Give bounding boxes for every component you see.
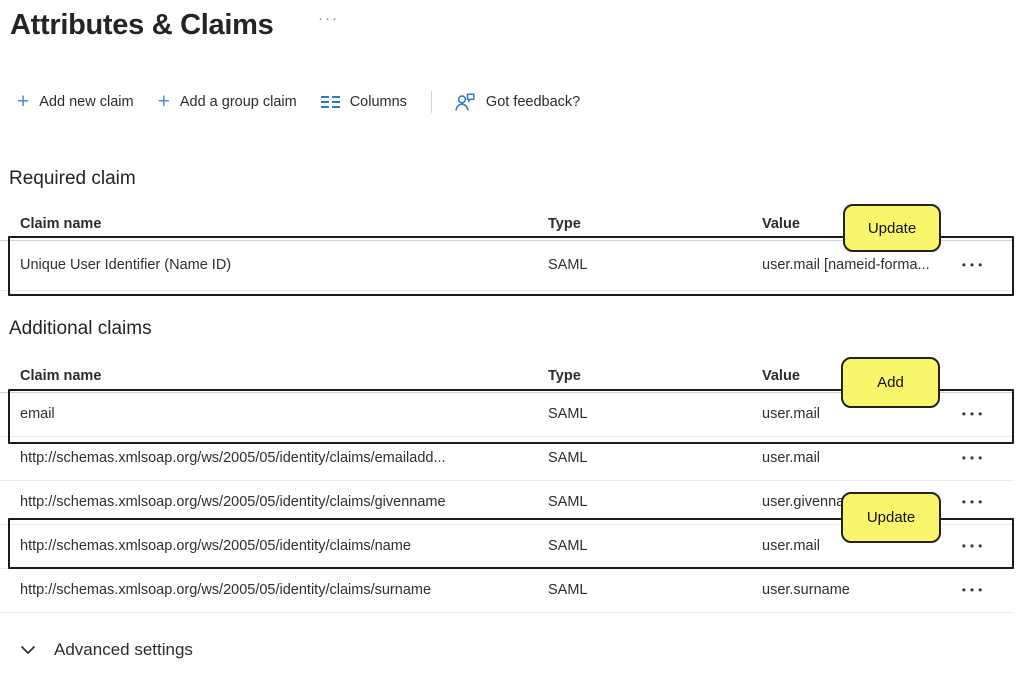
claim-value-cell: user.surname [762, 568, 947, 612]
add-group-claim-button[interactable]: + Add a group claim [158, 92, 297, 112]
row-context-menu-icon[interactable]: ••• [944, 436, 1004, 480]
table-row-surname[interactable]: http://schemas.xmlsoap.org/ws/2005/05/id… [0, 568, 1014, 613]
claim-name-cell[interactable]: email [20, 392, 542, 436]
advanced-settings-toggle[interactable]: Advanced settings [20, 640, 193, 660]
column-header-claim-name[interactable]: Claim name [20, 208, 542, 240]
column-header-value[interactable]: Value [762, 360, 947, 392]
toolbar-divider [431, 91, 432, 113]
claim-value-cell: user.givenname [762, 480, 947, 524]
claim-type-cell: SAML [548, 436, 728, 480]
add-new-claim-button[interactable]: + Add new claim [17, 92, 134, 112]
add-new-claim-label: Add new claim [39, 94, 133, 110]
claim-type-cell: SAML [548, 480, 728, 524]
got-feedback-label: Got feedback? [486, 94, 580, 110]
column-header-claim-name[interactable]: Claim name [20, 360, 542, 392]
required-claim-table-header: Claim name Type Value [0, 208, 1014, 241]
claim-value-cell: user.mail [762, 436, 947, 480]
add-group-claim-label: Add a group claim [180, 94, 297, 110]
row-context-menu-icon[interactable]: ••• [944, 524, 1004, 568]
table-row-nameid[interactable]: Unique User Identifier (Name ID) SAML us… [0, 240, 1014, 291]
claim-value-cell: user.mail [nameid-forma... [762, 240, 947, 290]
claim-name-cell[interactable]: http://schemas.xmlsoap.org/ws/2005/05/id… [20, 524, 542, 568]
blade-header: Attributes & Claims [10, 6, 273, 44]
table-row-emailaddress[interactable]: http://schemas.xmlsoap.org/ws/2005/05/id… [0, 436, 1014, 481]
got-feedback-button[interactable]: Got feedback? [454, 93, 580, 112]
row-context-menu-icon[interactable]: ••• [944, 480, 1004, 524]
table-row-givenname[interactable]: http://schemas.xmlsoap.org/ws/2005/05/id… [0, 480, 1014, 525]
command-bar: + Add new claim + Add a group claim Colu… [17, 86, 604, 118]
claim-type-cell: SAML [548, 392, 728, 436]
chevron-down-icon [20, 645, 36, 655]
column-header-type[interactable]: Type [548, 208, 728, 240]
table-row-name[interactable]: http://schemas.xmlsoap.org/ws/2005/05/id… [0, 524, 1014, 569]
columns-icon [321, 96, 340, 108]
columns-label: Columns [350, 94, 407, 110]
claim-value-cell: user.mail [762, 392, 947, 436]
row-context-menu-icon[interactable]: ••• [944, 240, 1004, 290]
row-context-menu-icon[interactable]: ••• [944, 392, 1004, 436]
columns-button[interactable]: Columns [321, 94, 407, 110]
feedback-icon [454, 93, 476, 112]
additional-claims-heading: Additional claims [9, 318, 152, 340]
claim-name-cell[interactable]: http://schemas.xmlsoap.org/ws/2005/05/id… [20, 568, 542, 612]
claim-name-cell[interactable]: http://schemas.xmlsoap.org/ws/2005/05/id… [20, 480, 542, 524]
column-header-type[interactable]: Type [548, 360, 728, 392]
row-context-menu-icon[interactable]: ••• [944, 568, 1004, 612]
table-row-email[interactable]: email SAML user.mail ••• [0, 392, 1014, 437]
claim-value-cell: user.mail [762, 524, 947, 568]
page-title: Attributes & Claims [10, 6, 273, 44]
more-options-icon[interactable]: ··· [318, 10, 339, 27]
plus-icon: + [158, 92, 170, 112]
required-claim-heading: Required claim [9, 168, 136, 190]
claim-name-cell[interactable]: Unique User Identifier (Name ID) [20, 240, 542, 290]
claim-type-cell: SAML [548, 568, 728, 612]
claim-type-cell: SAML [548, 240, 728, 290]
column-header-value[interactable]: Value [762, 208, 947, 240]
additional-claims-table-header: Claim name Type Value [0, 360, 1014, 393]
claim-type-cell: SAML [548, 524, 728, 568]
claim-name-cell[interactable]: http://schemas.xmlsoap.org/ws/2005/05/id… [20, 436, 542, 480]
plus-icon: + [17, 92, 29, 112]
advanced-settings-label: Advanced settings [54, 640, 193, 660]
